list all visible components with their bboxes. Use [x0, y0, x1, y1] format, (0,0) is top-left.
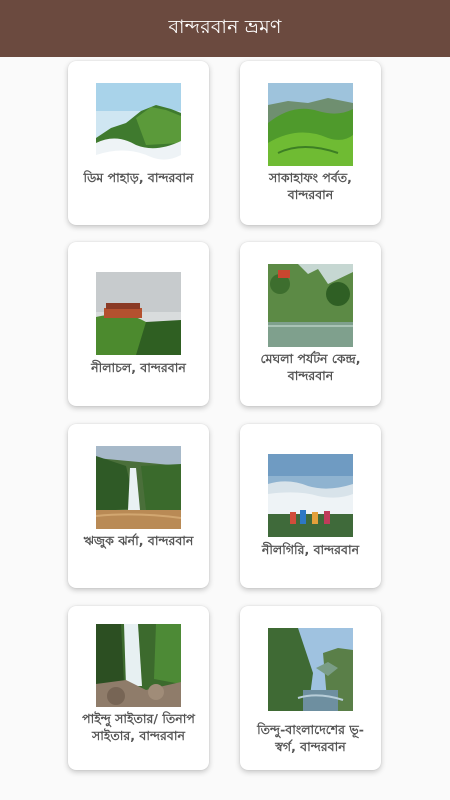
- place-card-rijuk[interactable]: ঋজুক ঝর্না, বান্দরবান: [68, 424, 209, 588]
- place-name: তিন্দু-বাংলাদেশের ভূ-স্বর্গ, বান্দরবান: [257, 722, 364, 754]
- places-grid: ডিম পাহাড়, বান্দরবান সাকাহাফং পর্বত, বা…: [0, 57, 450, 800]
- place-card-sakahafong[interactable]: সাকাহাফং পর্বত, বান্দরবান: [240, 61, 381, 225]
- place-image-meghla: [268, 264, 353, 347]
- place-card-tindu[interactable]: তিন্দু-বাংলাদেশের ভূ-স্বর্গ, বান্দরবান: [240, 606, 381, 770]
- place-name: ডিম পাহাড়, বান্দরবান: [83, 170, 194, 185]
- place-image-painduk-saitar: [96, 624, 181, 707]
- place-name: ঋজুক ঝর্না, বান্দরবান: [83, 533, 194, 548]
- place-image-dim-pahar: [96, 83, 181, 166]
- place-card-meghla[interactable]: মেঘলা পর্যটন কেন্দ্র, বান্দরবান: [240, 242, 381, 406]
- place-image-nilachal: [96, 272, 181, 355]
- place-card-dim-pahar[interactable]: ডিম পাহাড়, বান্দরবান: [68, 61, 209, 225]
- place-name: নীলগিরি, বান্দরবান: [261, 542, 360, 557]
- place-image-rijuk: [96, 446, 181, 529]
- place-name: পাইন্দু সাইতার/ তিনাপ সাইতার, বান্দরবান: [82, 711, 195, 743]
- place-image-tindu: [268, 628, 353, 711]
- place-card-nilgiri[interactable]: নীলগিরি, বান্দরবান: [240, 424, 381, 588]
- app-title: বান্দরবান ভ্রমণ: [168, 15, 282, 38]
- place-image-sakahafong: [268, 83, 353, 166]
- place-card-painduk-saitar[interactable]: পাইন্দু সাইতার/ তিনাপ সাইতার, বান্দরবান: [68, 606, 209, 770]
- place-name: মেঘলা পর্যটন কেন্দ্র, বান্দরবান: [260, 351, 361, 383]
- place-name: সাকাহাফং পর্বত, বান্দরবান: [269, 170, 352, 202]
- app-bar: বান্দরবান ভ্রমণ: [0, 0, 450, 57]
- place-name: নীলাচল, বান্দরবান: [91, 360, 186, 375]
- place-card-nilachal[interactable]: নীলাচল, বান্দরবান: [68, 242, 209, 406]
- place-image-nilgiri: [268, 454, 353, 537]
